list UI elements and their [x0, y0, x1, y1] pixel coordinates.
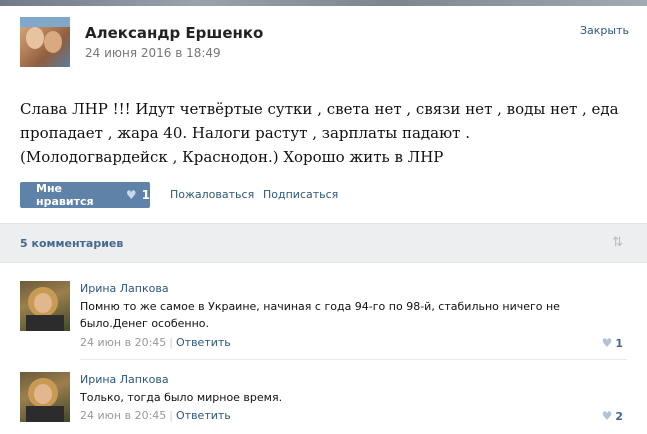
comment-author[interactable]: Ирина Лапкова — [80, 373, 169, 386]
post-date[interactable]: 24 июня 2016 в 18:49 — [85, 46, 221, 60]
sort-arrows-icon[interactable]: ⇅ — [612, 235, 623, 250]
comment-text: Только, тогда было мирное время. — [80, 391, 283, 404]
comments-header: 5 комментариев ⇅ — [0, 223, 647, 263]
comment-meta: 24 июн в 20:45 | Ответить — [80, 409, 231, 422]
close-link[interactable]: Закрыть — [580, 24, 629, 37]
comment-text: Помню то же самое в Украине, начиная с г… — [80, 300, 560, 330]
heart-icon: ♥ — [125, 188, 137, 202]
author-name[interactable]: Александр Ершенко — [85, 24, 263, 42]
comment-like-button[interactable]: ♥ 1 — [602, 336, 623, 350]
post-text: Слава ЛНР !!! Идут четвёртые сутки , све… — [20, 100, 619, 166]
comment-like-count: 1 — [615, 337, 623, 350]
comment-date[interactable]: 24 июн в 20:45 — [80, 336, 166, 349]
subscribe-link[interactable]: Подписаться — [263, 188, 338, 201]
comment-author[interactable]: Ирина Лапкова — [80, 282, 169, 295]
meta-separator: | — [169, 336, 173, 349]
heart-icon: ♥ — [601, 336, 613, 350]
post-header: Александр Ершенко 24 июня 2016 в 18:49 З… — [0, 6, 647, 80]
reply-link[interactable]: Ответить — [176, 336, 231, 349]
comment-like-count: 2 — [615, 410, 623, 423]
comment-like-button[interactable]: ♥ 2 — [602, 409, 623, 423]
comment-divider — [80, 359, 627, 360]
comments-count[interactable]: 5 комментариев — [20, 237, 123, 250]
commenter-avatar[interactable] — [20, 281, 70, 331]
like-button[interactable]: Мне нравится ♥ 1 — [20, 182, 150, 208]
comment-meta: 24 июн в 20:45 | Ответить — [80, 336, 231, 349]
complain-link[interactable]: Пожаловаться — [170, 188, 254, 201]
like-label: Мне нравится — [36, 182, 94, 208]
like-count: 1 — [141, 188, 150, 202]
author-avatar[interactable] — [20, 17, 70, 67]
reply-link[interactable]: Ответить — [176, 409, 231, 422]
comment-date[interactable]: 24 июн в 20:45 — [80, 409, 166, 422]
meta-separator: | — [169, 409, 173, 422]
commenter-avatar[interactable] — [20, 372, 70, 422]
heart-icon: ♥ — [601, 409, 613, 423]
